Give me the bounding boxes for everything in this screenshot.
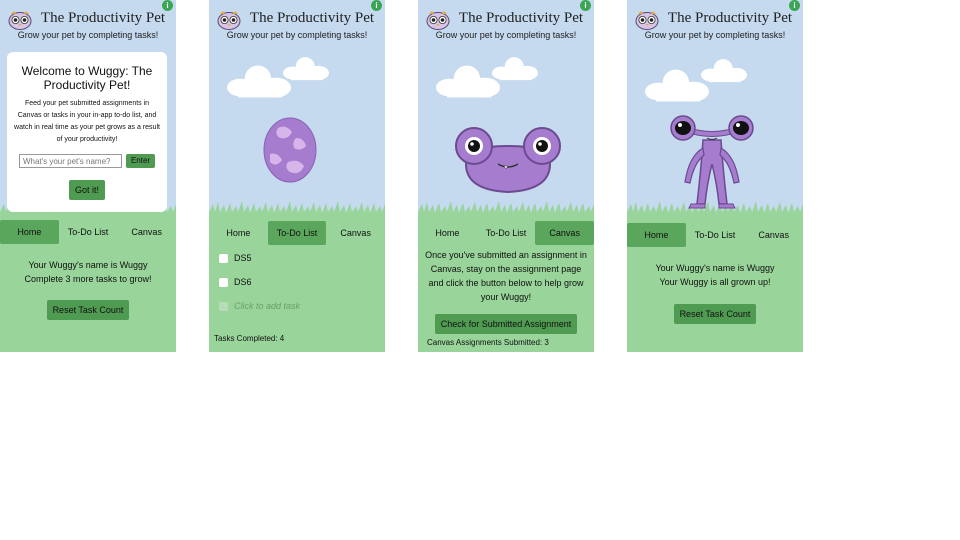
- add-task-placeholder[interactable]: Click to add task: [234, 301, 300, 311]
- welcome-description: Feed your pet submitted assignments in C…: [14, 100, 160, 143]
- progress-line: Your Wuggy is all grown up!: [659, 277, 771, 287]
- tab-canvas[interactable]: Canvas: [535, 221, 594, 245]
- home-status: Your Wuggy's name is Wuggy Your Wuggy is…: [627, 261, 803, 289]
- tasks-completed-count: Tasks Completed: 4: [214, 334, 285, 343]
- tab-canvas[interactable]: Canvas: [326, 221, 385, 245]
- progress-line: Complete 3 more tasks to grow!: [24, 274, 152, 284]
- nav-tabs: Home To-Do List Canvas: [0, 220, 176, 244]
- got-it-button[interactable]: Got it!: [68, 180, 105, 200]
- screen-home-grown: i The Productivity Pet Grow your pet by …: [627, 0, 803, 352]
- cloud-icon: [436, 65, 500, 98]
- app-subtitle: Grow your pet by completing tasks!: [226, 30, 368, 40]
- home-status: Your Wuggy's name is Wuggy Complete 3 mo…: [0, 258, 176, 286]
- pet-name-row: Enter: [7, 154, 167, 168]
- tab-todo[interactable]: To-Do List: [686, 223, 745, 247]
- cloud-icon: [645, 69, 709, 102]
- task-label: DS5: [234, 253, 252, 263]
- reset-task-count-button[interactable]: Reset Task Count: [673, 304, 757, 324]
- tab-todo[interactable]: To-Do List: [477, 221, 536, 245]
- screen-welcome: i The Productivity Pet Grow your pet by …: [0, 0, 176, 352]
- owl-logo-icon: [8, 10, 32, 30]
- owl-logo-icon: [217, 10, 241, 30]
- tab-home[interactable]: Home: [0, 220, 59, 244]
- list-item[interactable]: DS5: [219, 253, 252, 263]
- owl-logo-icon: [426, 10, 450, 30]
- nav-tabs: Home To-Do List Canvas: [627, 223, 803, 247]
- tab-canvas[interactable]: Canvas: [744, 223, 803, 247]
- check-submitted-assignment-button[interactable]: Check for Submitted Assignment: [434, 314, 578, 334]
- tab-home[interactable]: Home: [209, 221, 268, 245]
- app-header: The Productivity Pet Grow your pet by co…: [627, 10, 803, 40]
- tab-todo[interactable]: To-Do List: [59, 220, 118, 244]
- enter-button[interactable]: Enter: [125, 154, 156, 168]
- welcome-modal: Welcome to Wuggy: The Productivity Pet! …: [7, 52, 167, 212]
- app-subtitle: Grow your pet by completing tasks!: [17, 30, 159, 40]
- app-subtitle: Grow your pet by completing tasks!: [644, 30, 786, 40]
- checkbox-icon[interactable]: [219, 253, 228, 263]
- cloud-icon: [283, 57, 329, 81]
- tab-canvas[interactable]: Canvas: [117, 220, 176, 244]
- list-item[interactable]: DS6: [219, 277, 252, 287]
- pet-egg: [263, 117, 317, 183]
- pet-name-input[interactable]: [18, 154, 122, 168]
- screen-todo: i The Productivity Pet Grow your pet by …: [209, 0, 385, 352]
- task-label: DS6: [234, 277, 252, 287]
- pet-blob: [455, 127, 561, 194]
- app-header: The Productivity Pet Grow your pet by co…: [418, 10, 594, 40]
- screen-canvas: i The Productivity Pet Grow your pet by …: [418, 0, 594, 352]
- app-header: The Productivity Pet Grow your pet by co…: [209, 10, 385, 40]
- tab-todo[interactable]: To-Do List: [267, 221, 327, 245]
- add-task-row[interactable]: Click to add task: [219, 301, 300, 311]
- app-header: The Productivity Pet Grow your pet by co…: [0, 10, 176, 40]
- welcome-title: Welcome to Wuggy: The Productivity Pet!: [21, 64, 153, 92]
- cloud-icon: [492, 57, 538, 81]
- canvas-submitted-count: Canvas Assignments Submitted: 3: [427, 338, 549, 347]
- owl-logo-icon: [635, 10, 659, 30]
- nav-tabs: Home To-Do List Canvas: [209, 221, 385, 245]
- checkbox-icon[interactable]: [219, 277, 228, 287]
- canvas-instructions: Once you've submitted an assignment in C…: [425, 250, 587, 302]
- nav-tabs: Home To-Do List Canvas: [418, 221, 594, 245]
- checkbox-icon: [219, 301, 228, 311]
- cloud-icon: [227, 65, 291, 98]
- reset-task-count-button[interactable]: Reset Task Count: [46, 300, 130, 320]
- app-subtitle: Grow your pet by completing tasks!: [435, 30, 577, 40]
- pet-name-line: Your Wuggy's name is Wuggy: [28, 260, 148, 270]
- tab-home[interactable]: Home: [418, 221, 477, 245]
- cloud-icon: [701, 59, 747, 83]
- pet-grown: [670, 115, 754, 209]
- tab-home[interactable]: Home: [627, 223, 686, 247]
- pet-name-line: Your Wuggy's name is Wuggy: [655, 263, 775, 273]
